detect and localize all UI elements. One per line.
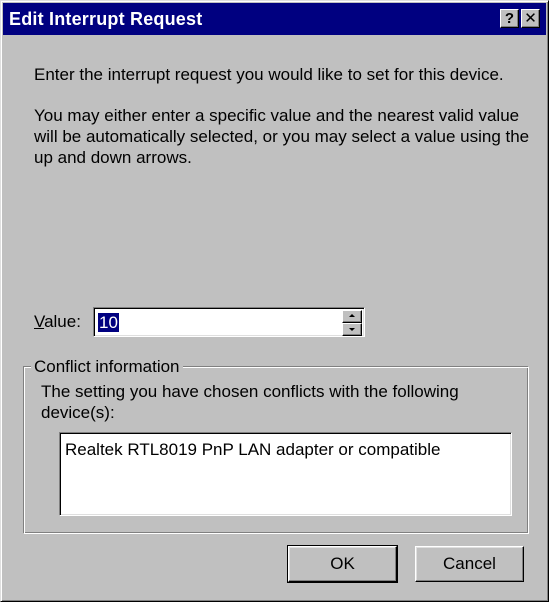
down-arrow-icon xyxy=(349,328,355,331)
close-icon: ✕ xyxy=(524,10,537,27)
conflicting-devices-list[interactable]: Realtek RTL8019 PnP LAN adapter or compa… xyxy=(59,432,512,516)
value-label-rest: alue: xyxy=(44,312,81,331)
conflict-message: The setting you have chosen conflicts wi… xyxy=(41,382,459,422)
help-icon: ? xyxy=(504,10,515,27)
spin-down-button[interactable] xyxy=(342,323,362,336)
up-arrow-icon xyxy=(349,314,355,317)
value-label-accelerator: V xyxy=(34,312,45,331)
close-button[interactable]: ✕ xyxy=(521,9,540,28)
value-label: Value: xyxy=(34,312,81,332)
spin-buttons xyxy=(342,310,362,336)
ok-button[interactable]: OK xyxy=(287,545,398,583)
description-text: You may either enter a specific value an… xyxy=(34,106,530,167)
spin-up-button[interactable] xyxy=(342,310,362,323)
value-text[interactable]: 10 xyxy=(98,313,119,332)
cancel-button[interactable]: Cancel xyxy=(415,546,524,582)
help-button[interactable]: ? xyxy=(500,9,519,28)
conflict-legend: Conflict information xyxy=(31,356,183,377)
value-spin-input[interactable]: 10 xyxy=(93,307,365,337)
edit-irq-dialog: Edit Interrupt Request ? ✕ Enter the int… xyxy=(0,0,549,602)
list-item[interactable]: Realtek RTL8019 PnP LAN adapter or compa… xyxy=(65,439,441,460)
intro-text: Enter the interrupt request you would li… xyxy=(34,65,504,84)
title-bar[interactable]: Edit Interrupt Request ? ✕ xyxy=(3,3,546,35)
window-title: Edit Interrupt Request xyxy=(9,9,203,29)
